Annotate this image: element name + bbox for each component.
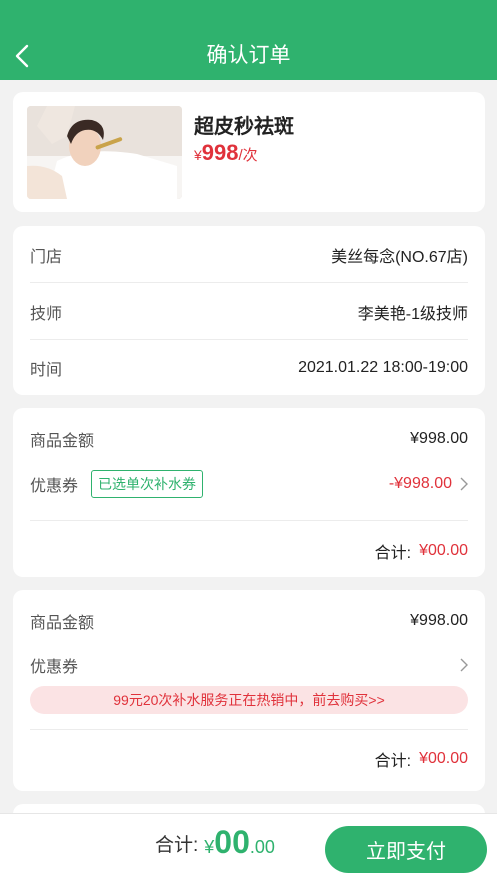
footer-currency-symbol: ¥ xyxy=(204,837,215,857)
chevron-right-icon xyxy=(460,477,468,491)
info-row-time: 时间 2021.01.22 18:00-19:00 xyxy=(30,339,468,396)
goods-amount-value: ¥998.00 xyxy=(410,612,468,629)
coupon-label: 优惠券 xyxy=(30,478,79,495)
footer-total-label: 合计: xyxy=(155,835,199,856)
goods-amount-row: 商品金额 ¥998.00 xyxy=(30,427,468,451)
product-name: 超皮秒祛斑 xyxy=(194,116,294,138)
info-row-technician: 技师 李美艳-1级技师 xyxy=(30,283,468,340)
coupon-discount-value: -¥998.00 xyxy=(388,475,452,492)
selected-coupon-tag[interactable]: 已选单次补水券 xyxy=(91,470,204,498)
time-value: 2021.01.22 18:00-19:00 xyxy=(298,358,468,376)
subtotal-row: 合计: ¥00.00 xyxy=(375,747,468,771)
footer-total: 合计: ¥ 00 .00 xyxy=(155,824,275,874)
price-unit: /次 xyxy=(238,147,258,164)
coupon-label-wrap: 优惠券 已选单次补水券 xyxy=(30,470,204,498)
chevron-right-icon xyxy=(460,658,468,672)
technician-value: 李美艳-1级技师 xyxy=(357,305,468,323)
coupon-discount: -¥998.00 xyxy=(389,475,468,493)
goods-amount-row: 商品金额 ¥998.00 xyxy=(30,609,468,633)
amount-card-selected-coupon: 商品金额 ¥998.00 优惠券 已选单次补水券 -¥998.00 合计: ¥0… xyxy=(13,408,485,577)
subtotal-label: 合计: xyxy=(374,545,412,562)
goods-amount-label: 商品金额 xyxy=(30,615,95,632)
divider xyxy=(30,520,468,521)
subtotal-value: ¥00.00 xyxy=(419,750,468,767)
price-value: 998 xyxy=(201,140,239,165)
subtotal-row: 合计: ¥00.00 xyxy=(375,539,468,563)
checkout-bar: 合计: ¥ 00 .00 立即支付 xyxy=(0,813,497,883)
coupon-row[interactable]: 优惠券 已选单次补水券 -¥998.00 xyxy=(30,470,468,498)
pay-now-button[interactable]: 立即支付 xyxy=(325,826,487,873)
store-value: 美丝每念(NO.67店) xyxy=(331,248,468,266)
info-row-store: 门店 美丝每念(NO.67店) xyxy=(30,226,468,283)
product-image xyxy=(27,106,182,199)
top-nav-bar: 确认订单 xyxy=(0,0,497,80)
store-label: 门店 xyxy=(30,248,63,266)
page-title: 确认订单 xyxy=(206,44,291,67)
goods-amount-label: 商品金额 xyxy=(30,433,95,450)
footer-total-decimal: .00 xyxy=(249,837,275,857)
coupon-label: 优惠券 xyxy=(30,659,79,676)
amount-card-promo: 商品金额 ¥998.00 优惠券 99元20次补水服务正在热销中，前去购买>> … xyxy=(13,590,485,791)
price-symbol: ¥ xyxy=(194,147,202,163)
divider xyxy=(30,729,468,730)
footer-total-integer: 00 xyxy=(214,824,250,860)
promo-banner[interactable]: 99元20次补水服务正在热销中，前去购买>> xyxy=(30,686,468,714)
technician-label: 技师 xyxy=(30,305,63,323)
subtotal-value: ¥00.00 xyxy=(419,542,468,559)
time-label: 时间 xyxy=(30,361,63,379)
goods-amount-value: ¥998.00 xyxy=(410,430,468,447)
product-card: 超皮秒祛斑 ¥998/次 xyxy=(13,92,485,212)
coupon-row[interactable]: 优惠券 xyxy=(30,654,468,676)
subtotal-label: 合计: xyxy=(374,753,412,770)
order-info-card: 门店 美丝每念(NO.67店) 技师 李美艳-1级技师 时间 2021.01.2… xyxy=(13,226,485,395)
product-price: ¥998/次 xyxy=(194,140,258,166)
